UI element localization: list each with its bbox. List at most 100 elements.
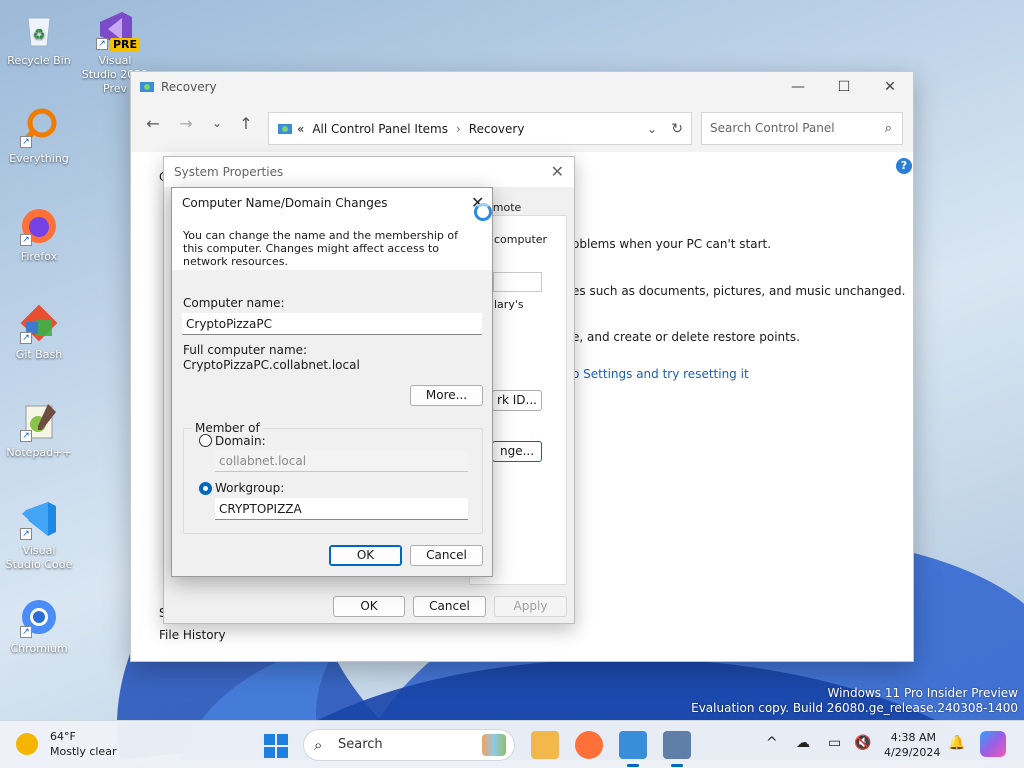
up-arrow-icon[interactable]: ↑ (234, 114, 258, 133)
window-title: Recovery (161, 80, 217, 94)
taskbar-clock[interactable]: 4:38 AM 4/29/2024 (884, 730, 941, 760)
reset-settings-link[interactable]: o Settings and try resetting it (572, 367, 749, 381)
windows-logo-icon (264, 734, 275, 745)
copilot-icon[interactable] (980, 731, 1006, 757)
change-button[interactable]: nge... (492, 441, 542, 462)
start-button[interactable] (264, 734, 288, 758)
dialog-title[interactable]: Computer Name/Domain Changes (172, 188, 492, 218)
desktop-icon-vscode[interactable]: ↗ Visual Studio Code (4, 498, 74, 572)
desktop-icon-chromium[interactable]: ↗ Chromium (4, 596, 74, 656)
taskbar-search-label: Search (338, 737, 383, 752)
member-of-label: Member of (192, 421, 263, 435)
volume-muted-icon[interactable]: 🔇 (854, 735, 871, 751)
back-arrow-icon[interactable]: ← (141, 114, 165, 133)
partial-text-computer: computer (494, 233, 548, 246)
workgroup-input[interactable]: CRYPTOPIZZA (215, 498, 468, 520)
file-explorer-icon[interactable] (531, 731, 559, 759)
pre-badge: PRE (109, 38, 140, 52)
refresh-icon[interactable]: ↻ (671, 121, 683, 137)
full-computer-name-label: Full computer name: (183, 343, 308, 357)
breadcrumb-overflow[interactable]: « (297, 122, 304, 136)
desktop-icon-label: Chromium (10, 642, 68, 655)
firefox-taskbar-icon[interactable] (575, 731, 603, 759)
file-history-link[interactable]: File History (159, 628, 226, 642)
desktop-icon-notepad-plus-plus[interactable]: ↗ Notepad++ (4, 400, 74, 460)
window-titlebar[interactable]: Recovery — ☐ ✕ (131, 72, 913, 102)
system-properties-title[interactable]: System Properties (164, 157, 574, 187)
desktop-icon-label: Visual Studio Code (5, 544, 73, 571)
vscode-icon: ↗ (18, 498, 60, 540)
desktop-icon-label: Everything (9, 152, 69, 165)
cancel-button[interactable]: Cancel (410, 545, 483, 566)
search-icon: ⌕ (884, 121, 892, 136)
display-icon[interactable]: ▭ (828, 735, 841, 751)
weather-widget[interactable]: 64°F Mostly clear (16, 729, 116, 759)
minimize-button[interactable]: — (775, 72, 821, 102)
breadcrumb-separator-icon: › (455, 121, 461, 136)
tray-overflow-chevron-icon[interactable]: ^ (766, 735, 778, 751)
evaluation-watermark: Windows 11 Pro Insider Preview Evaluatio… (691, 686, 1018, 716)
network-offline-icon[interactable]: ☁ (796, 735, 810, 751)
cancel-button[interactable]: Cancel (413, 596, 486, 617)
desktop-icon-label: Notepad++ (6, 446, 72, 459)
shortcut-arrow-icon: ↗ (20, 136, 32, 148)
system-properties-taskbar-icon[interactable] (663, 731, 691, 767)
ok-button[interactable]: OK (333, 596, 405, 617)
weather-temperature: 64°F (50, 730, 76, 743)
desktop-icon-label: Firefox (20, 250, 58, 263)
computer-name-input[interactable]: CryptoPizzaPC (182, 313, 482, 335)
chromium-icon: ↗ (18, 596, 60, 638)
firefox-icon: ↗ (18, 204, 60, 246)
desktop-icon-everything[interactable]: ↗ Everything (4, 106, 74, 166)
computer-name-label: Computer name: (183, 296, 285, 310)
search-control-panel-input[interactable]: Search Control Panel ⌕ (701, 112, 903, 145)
more-button[interactable]: More... (410, 385, 483, 406)
notepad-plus-plus-icon: ↗ (18, 400, 60, 442)
desktop-icon-firefox[interactable]: ↗ Firefox (4, 204, 74, 264)
search-highlight-icon (482, 734, 506, 756)
watermark-line-1: Windows 11 Pro Insider Preview (827, 686, 1018, 700)
weather-description: Mostly clear (50, 745, 117, 758)
domain-input[interactable]: collabnet.local (215, 450, 468, 472)
taskbar-search-box[interactable]: ⌕ Search (303, 729, 515, 761)
notification-bell-icon[interactable]: 🔔 (948, 735, 965, 751)
shortcut-arrow-icon: ↗ (20, 430, 32, 442)
svg-text:♻: ♻ (33, 27, 46, 43)
close-icon[interactable]: ✕ (551, 162, 564, 181)
domain-radio[interactable] (199, 434, 212, 447)
recovery-app-icon (140, 82, 154, 92)
taskbar: 64°F Mostly clear ⌕ Search ^ ☁ ▭ 🔇 4:38 … (0, 720, 1024, 768)
recycle-bin-icon: ♻ (18, 8, 60, 50)
search-placeholder: Search Control Panel (710, 121, 835, 135)
ok-button[interactable]: OK (329, 545, 402, 566)
address-bar[interactable]: « All Control Panel Items › Recovery ⌄ ↻ (268, 112, 692, 145)
reset-description: es such as documents, pictures, and musi… (572, 284, 906, 298)
clock-date: 4/29/2024 (884, 746, 941, 759)
breadcrumb-all-control-panel-items[interactable]: All Control Panel Items (312, 122, 448, 136)
breadcrumb-recovery[interactable]: Recovery (469, 122, 525, 136)
workgroup-label: Workgroup: (215, 481, 285, 495)
address-dropdown-chevron-icon[interactable]: ⌄ (647, 122, 657, 136)
control-panel-icon (278, 123, 292, 134)
dialog-intro-text: You can change the name and the membersh… (172, 218, 492, 270)
advanced-recovery-description: oblems when your PC can't start. (572, 237, 772, 251)
recent-locations-chevron-icon[interactable]: ⌄ (205, 116, 229, 130)
desktop-icon-git-bash[interactable]: ↗ Git Bash (4, 302, 74, 362)
weather-moon-icon (16, 733, 38, 755)
search-icon: ⌕ (314, 736, 323, 754)
help-icon[interactable]: ? (896, 158, 912, 174)
shortcut-arrow-icon: ↗ (20, 332, 32, 344)
control-panel-taskbar-icon[interactable] (619, 731, 647, 767)
everything-search-icon: ↗ (18, 106, 60, 148)
forward-arrow-icon[interactable]: → (174, 114, 198, 133)
computer-description-field[interactable] (493, 272, 542, 292)
busy-cursor-icon (474, 203, 492, 221)
watermark-line-2: Evaluation copy. Build 26080.ge_release.… (691, 701, 1018, 715)
shortcut-arrow-icon: ↗ (96, 38, 108, 50)
maximize-button[interactable]: ☐ (821, 72, 867, 102)
desktop-icon-recycle-bin[interactable]: ♻ Recycle Bin (4, 8, 74, 68)
apply-button[interactable]: Apply (494, 596, 567, 617)
network-id-button[interactable]: rk ID... (492, 390, 542, 411)
workgroup-radio[interactable] (199, 482, 212, 495)
close-button[interactable]: ✕ (867, 72, 913, 102)
